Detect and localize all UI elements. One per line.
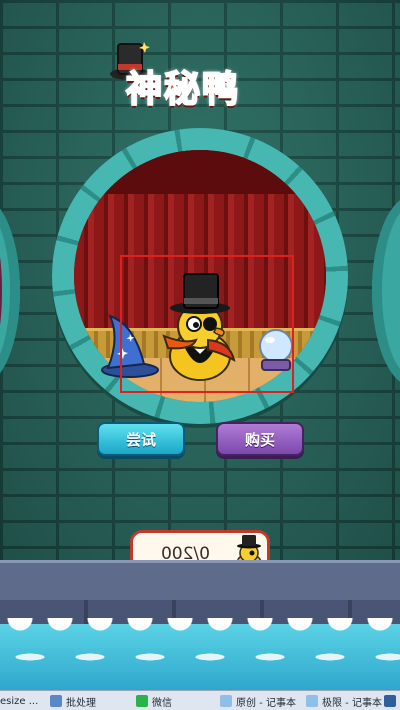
taskbar-item[interactable]: 批处理: [50, 693, 130, 709]
taskbar-item[interactable]: [384, 693, 400, 709]
taskbar-item-label: 原创 - 记事本: [236, 697, 296, 709]
taskbar-item[interactable]: 原创 - 记事本: [220, 693, 304, 709]
taskbar-item[interactable]: 微信: [136, 693, 216, 709]
game-title: 神秘鸭: [125, 68, 241, 111]
try-button[interactable]: 尝试: [97, 422, 185, 456]
title-banner: 神秘鸭: [108, 38, 308, 111]
taskbar-item-label: 微信: [152, 697, 172, 709]
app-icon: [384, 695, 396, 707]
taskbar-item-label: 批处理: [66, 697, 96, 709]
selection-highlight: [120, 255, 294, 393]
wechat-icon: [136, 695, 148, 707]
image-tool-icon: [50, 695, 62, 707]
buy-button[interactable]: 购买: [216, 422, 304, 456]
taskbar: esize ... 批处理 微信 原创 - 记事本 极限 - 记事本: [0, 690, 400, 710]
taskbar-item-label: 极限 - 记事本: [322, 697, 382, 709]
taskbar-item[interactable]: esize ...: [0, 693, 48, 709]
taskbar-item[interactable]: 极限 - 记事本: [306, 693, 382, 709]
game-screen: 神秘鸭 尝试 购买 0/200 esize ... 批处理 微信 原创 - 记事…: [0, 0, 400, 710]
stone-ledge: [0, 560, 400, 603]
notepad-icon: [306, 695, 318, 707]
notepad-icon: [220, 695, 232, 707]
taskbar-item-label: esize ...: [0, 695, 39, 707]
